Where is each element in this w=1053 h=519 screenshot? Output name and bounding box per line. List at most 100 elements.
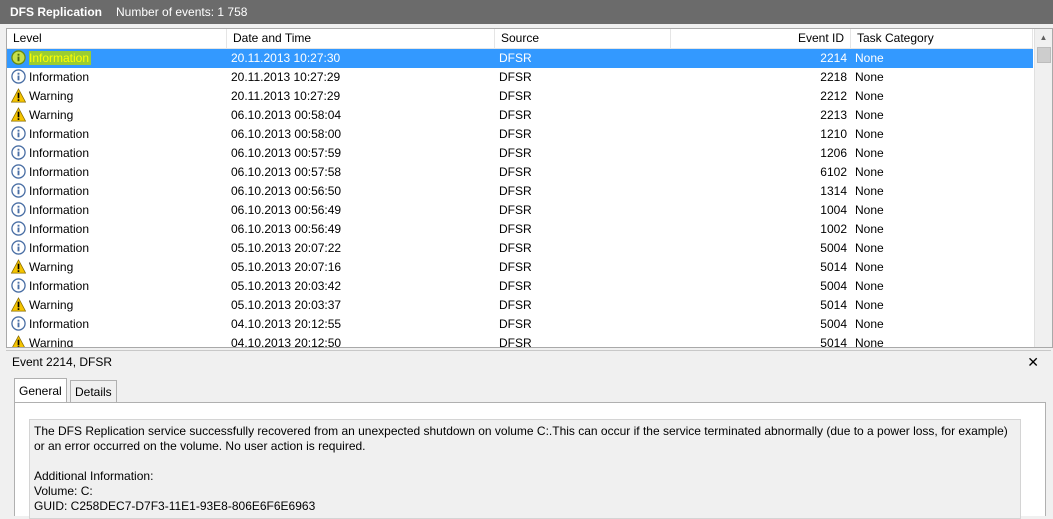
information-icon [11, 50, 26, 66]
information-icon [11, 221, 26, 237]
level-cell: Warning [11, 106, 227, 125]
task-category-cell: None [855, 298, 884, 312]
task-category-cell: None [855, 336, 884, 348]
table-row[interactable]: Information 05.10.2013 20:07:22 DFSR 5004 No… [7, 239, 1033, 258]
events-grid[interactable]: Level Date and Time Source Event ID Task… [6, 28, 1053, 348]
source-cell: DFSR [499, 184, 532, 198]
level-label: Warning [29, 336, 74, 348]
date-cell: 06.10.2013 00:57:58 [231, 165, 342, 179]
table-row[interactable]: Information 05.10.2013 20:03:42 DFSR 5004 No… [7, 277, 1033, 296]
warning-icon [11, 297, 27, 312]
table-row[interactable]: Warning 05.10.2013 20:07:16 DFSR 5014 None [7, 258, 1033, 277]
description-text: The DFS Replication service successfully… [34, 424, 1008, 453]
column-header-task-category[interactable]: Task Category [851, 29, 1033, 48]
source-cell: DFSR [499, 336, 532, 348]
table-row[interactable]: Information 06.10.2013 00:56:49 DFSR 1002 No… [7, 220, 1033, 239]
event-id-cell: 5014 [820, 260, 847, 274]
log-title: DFS Replication [10, 5, 103, 19]
table-row[interactable]: Information 20.11.2013 10:27:30 DFSR 2214 No… [7, 49, 1033, 68]
information-icon [11, 240, 26, 256]
warning-icon [11, 107, 27, 122]
date-cell: 20.11.2013 10:27:29 [231, 89, 341, 103]
table-row[interactable]: Information 06.10.2013 00:57:58 DFSR 6102 No… [7, 163, 1033, 182]
level-label: Information [29, 203, 90, 217]
task-category-cell: None [855, 146, 884, 160]
vertical-scrollbar[interactable]: ▲ [1034, 29, 1052, 347]
event-id-cell: 6102 [820, 165, 847, 179]
scroll-thumb[interactable] [1037, 47, 1051, 63]
level-cell: Information [11, 49, 227, 68]
table-row[interactable]: Warning 05.10.2013 20:03:37 DFSR 5014 None [7, 296, 1033, 315]
level-label: Information [29, 279, 90, 293]
table-row[interactable]: Information 04.10.2013 20:12:55 DFSR 5004 No… [7, 315, 1033, 334]
table-row[interactable]: Information 06.10.2013 00:56:50 DFSR 1314 No… [7, 182, 1033, 201]
level-label: Warning [29, 298, 74, 312]
level-cell: Warning [11, 296, 227, 315]
task-category-cell: None [855, 89, 884, 103]
column-header-event-id[interactable]: Event ID [671, 29, 851, 48]
table-row[interactable]: Information 06.10.2013 00:58:00 DFSR 1210 No… [7, 125, 1033, 144]
task-category-cell: None [855, 241, 884, 255]
level-label: Warning [29, 89, 74, 103]
source-cell: DFSR [499, 260, 532, 274]
level-label: Information [29, 51, 92, 65]
event-count: Number of events: 1 758 [116, 5, 248, 19]
date-cell: 06.10.2013 00:56:50 [231, 184, 342, 198]
source-cell: DFSR [499, 165, 532, 179]
source-cell: DFSR [499, 70, 532, 84]
close-icon[interactable]: ✕ [1027, 351, 1039, 373]
information-icon [11, 69, 26, 85]
table-row[interactable]: Information 06.10.2013 00:56:49 DFSR 1004 No… [7, 201, 1033, 220]
event-id-cell: 1004 [820, 203, 847, 217]
column-header-level[interactable]: Level [7, 29, 227, 48]
level-cell: Information [11, 277, 227, 296]
information-icon [11, 202, 26, 218]
column-header-source[interactable]: Source [495, 29, 671, 48]
table-row[interactable]: Information 06.10.2013 00:57:59 DFSR 1206 No… [7, 144, 1033, 163]
level-cell: Information [11, 201, 227, 220]
date-cell: 05.10.2013 20:03:37 [231, 298, 342, 312]
date-cell: 05.10.2013 20:07:16 [231, 260, 342, 274]
date-cell: 04.10.2013 20:12:55 [231, 317, 342, 331]
date-cell: 06.10.2013 00:56:49 [231, 222, 342, 236]
source-cell: DFSR [499, 279, 532, 293]
table-row[interactable]: Warning 06.10.2013 00:58:04 DFSR 2213 None [7, 106, 1033, 125]
information-icon [11, 126, 26, 142]
level-cell: Information [11, 163, 227, 182]
event-detail-header: Event 2214, DFSR ✕ [6, 350, 1051, 373]
event-rows: Information 20.11.2013 10:27:30 DFSR 2214 No… [7, 49, 1033, 348]
tab-details[interactable]: Details [70, 380, 117, 404]
event-id-cell: 2214 [820, 51, 847, 65]
column-header-date[interactable]: Date and Time [227, 29, 495, 48]
table-row[interactable]: Information 20.11.2013 10:27:29 DFSR 2218 No… [7, 68, 1033, 87]
task-category-cell: None [855, 51, 884, 65]
source-cell: DFSR [499, 203, 532, 217]
source-cell: DFSR [499, 51, 532, 65]
window-titlebar: DFS Replication Number of events: 1 758 [0, 0, 1053, 24]
event-id-cell: 2212 [820, 89, 847, 103]
table-row[interactable]: Warning 04.10.2013 20:12:50 DFSR 5014 None [7, 334, 1033, 348]
information-icon [11, 316, 26, 332]
task-category-cell: None [855, 108, 884, 122]
level-label: Information [29, 222, 90, 236]
information-icon [11, 164, 26, 180]
level-cell: Information [11, 125, 227, 144]
task-category-cell: None [855, 203, 884, 217]
date-cell: 06.10.2013 00:58:00 [231, 127, 342, 141]
level-cell: Information [11, 239, 227, 258]
date-cell: 06.10.2013 00:58:04 [231, 108, 342, 122]
source-cell: DFSR [499, 222, 532, 236]
level-label: Information [29, 184, 90, 198]
level-label: Information [29, 70, 90, 84]
level-cell: Warning [11, 334, 227, 348]
event-id-cell: 1206 [820, 146, 847, 160]
source-cell: DFSR [499, 127, 532, 141]
date-cell: 04.10.2013 20:12:50 [231, 336, 342, 348]
scroll-up-arrow-icon[interactable]: ▲ [1035, 29, 1052, 46]
warning-icon [11, 259, 27, 274]
level-cell: Information [11, 68, 227, 87]
source-cell: DFSR [499, 146, 532, 160]
tab-general[interactable]: General [14, 378, 67, 404]
table-row[interactable]: Warning 20.11.2013 10:27:29 DFSR 2212 None [7, 87, 1033, 106]
event-id-cell: 1002 [820, 222, 847, 236]
